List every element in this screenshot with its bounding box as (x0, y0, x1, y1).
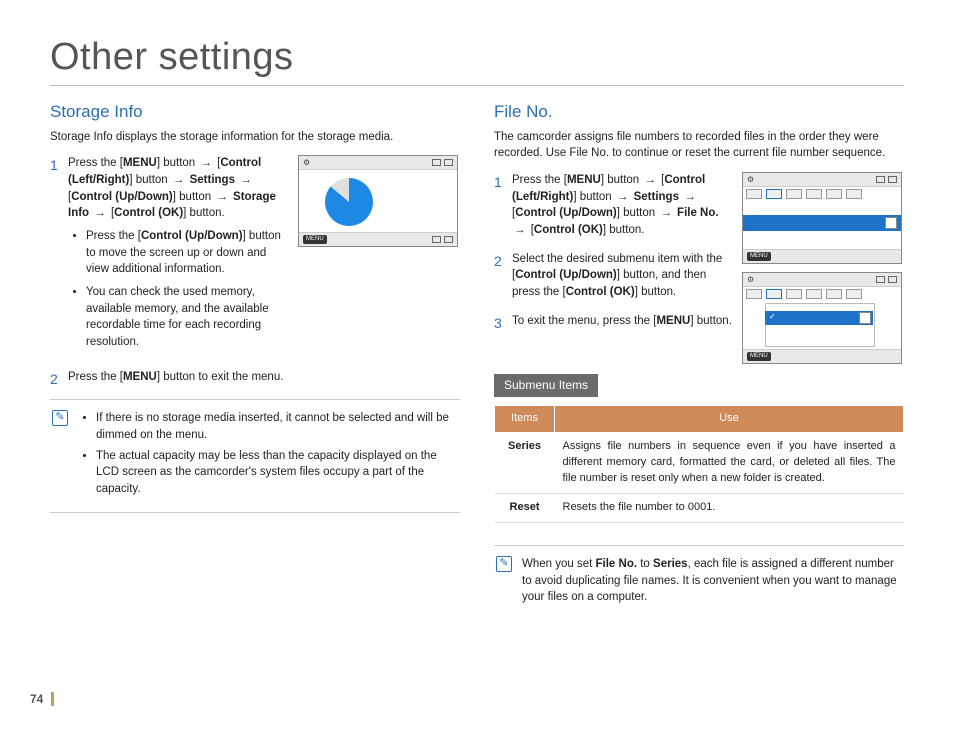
storage-note: ✎ If there is no storage media inserted,… (50, 399, 460, 512)
submenu-items-table: Items Use Series Assigns file numbers in… (494, 405, 904, 523)
page-title: Other settings (50, 36, 904, 79)
arrow-icon: → (198, 157, 214, 169)
fileno-step-2: Select the desired submenu item with the… (494, 251, 732, 301)
storage-intro: Storage Info displays the storage inform… (50, 129, 460, 146)
section-heading-file-no: File No. (494, 100, 904, 125)
page-number: 74 (30, 692, 54, 706)
horizontal-rule (50, 85, 904, 86)
section-heading-storage-info: Storage Info (50, 100, 460, 125)
fileno-step-3: To exit the menu, press the [MENU] butto… (494, 313, 732, 330)
lcd-screenshot-fileno-1: ⚙ MENU (742, 172, 902, 264)
pie-chart-icon (325, 178, 373, 226)
table-row: Reset Resets the file number to 0001. (495, 494, 904, 523)
col-use: Use (555, 406, 904, 433)
note-icon: ✎ (52, 410, 68, 426)
storage-step-2: Press the [MENU] button to exit the menu… (50, 369, 460, 386)
col-items: Items (495, 406, 555, 433)
note-icon: ✎ (496, 556, 512, 572)
right-column: File No. The camcorder assigns file numb… (494, 100, 904, 612)
lcd-screenshot-storage: ⚙ MENU (298, 155, 458, 247)
table-row: Series Assigns file numbers in sequence … (495, 433, 904, 494)
fileno-step-1: Press the [MENU] button → [Control (Left… (494, 172, 732, 239)
storage-step-1: Press the [MENU] button → [Control (Left… (50, 155, 460, 356)
gear-icon: ⚙ (303, 157, 310, 169)
left-column: Storage Info Storage Info displays the s… (50, 100, 460, 612)
lcd-screenshot-fileno-2: ⚙ ✓ MENU (742, 272, 902, 364)
submenu-items-heading: Submenu Items (494, 374, 598, 397)
menu-badge: MENU (303, 235, 327, 244)
fileno-note: ✎ When you set File No. to Series, each … (494, 545, 904, 612)
fileno-intro: The camcorder assigns file numbers to re… (494, 129, 904, 162)
